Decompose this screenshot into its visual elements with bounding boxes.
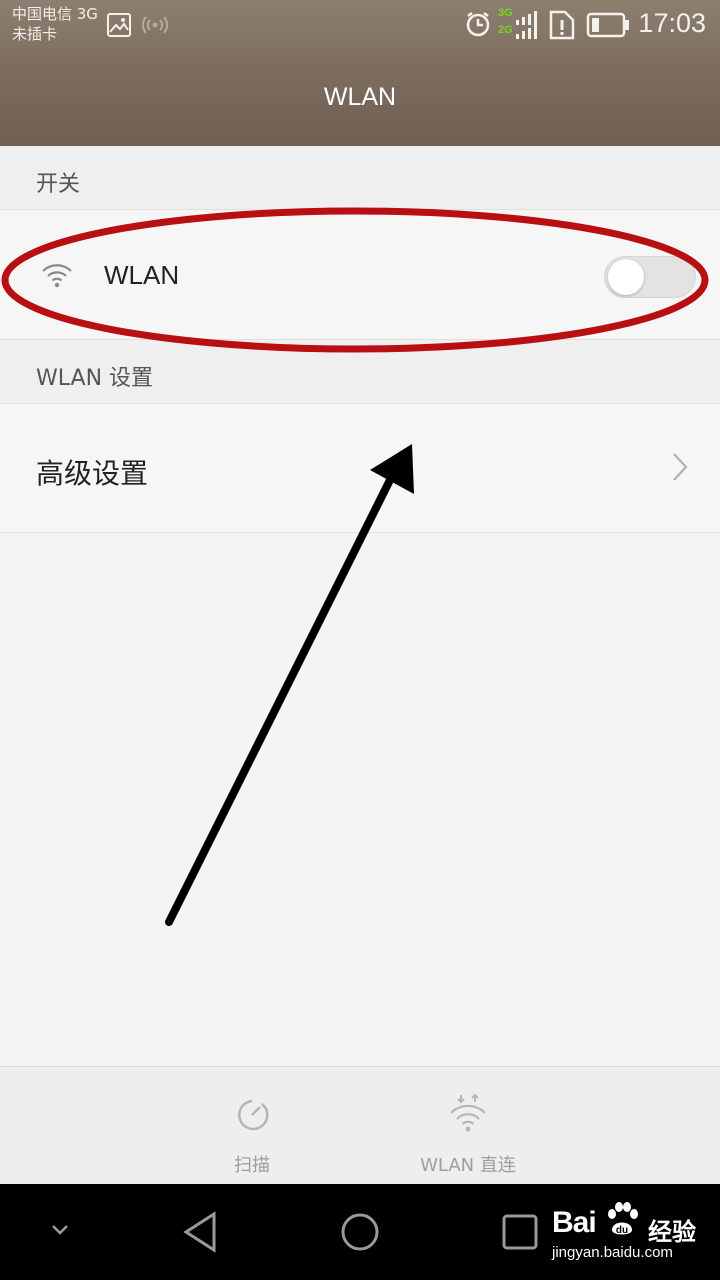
wifi-icon <box>40 262 74 292</box>
recents-button[interactable] <box>502 1214 538 1254</box>
status-bar: 中国电信 3G 未插卡 3G 2G 17:03 <box>0 0 720 52</box>
carrier-info: 中国电信 3G 未插卡 <box>12 4 98 44</box>
annotation-arrow-shaft <box>165 464 400 926</box>
paw-icon: du <box>604 1200 640 1244</box>
app-header: 中国电信 3G 未插卡 3G 2G 17:03 WLAN <box>0 0 720 146</box>
wifi-direct-icon <box>448 1093 488 1139</box>
scan-icon <box>232 1095 272 1139</box>
watermark-brand-cn: 经验 <box>648 1218 696 1246</box>
wlan-toggle-row[interactable]: WLAN <box>0 210 720 340</box>
section-wlan-settings-label: WLAN 设置 <box>36 366 154 391</box>
scan-label: 扫描 <box>234 1155 270 1176</box>
section-switch-label: 开关 <box>36 172 81 197</box>
network-2g-label: 2G <box>498 24 513 36</box>
sim-status: 未插卡 <box>12 25 58 43</box>
network-3g-label: 3G <box>498 7 513 19</box>
image-icon <box>106 12 132 42</box>
watermark-url: jingyan.baidu.com <box>552 1244 673 1261</box>
alarm-icon <box>464 10 492 42</box>
status-time: 17:03 <box>638 8 706 38</box>
hotspot-icon <box>142 12 168 42</box>
svg-text:du: du <box>616 1225 628 1236</box>
wlan-switch[interactable] <box>604 256 696 298</box>
section-header-switch: 开关 <box>0 146 720 210</box>
switch-knob <box>608 259 644 295</box>
sim-alert-icon <box>548 9 576 45</box>
wlan-direct-button[interactable]: WLAN 直连 <box>408 1067 528 1185</box>
advanced-settings-label: 高级设置 <box>36 457 149 490</box>
battery-icon <box>586 12 630 42</box>
section-header-wlan-settings: WLAN 设置 <box>0 340 720 404</box>
home-button[interactable] <box>340 1212 380 1256</box>
scan-button[interactable]: 扫描 <box>212 1067 292 1185</box>
wlan-label: WLAN <box>104 260 180 290</box>
watermark-brand: Bai <box>552 1206 597 1239</box>
wlan-direct-label: WLAN 直连 <box>420 1155 516 1176</box>
page-title: WLAN <box>323 83 397 111</box>
baidu-watermark: Bai du 经验 jingyan.baidu.com <box>552 1200 720 1270</box>
bottom-action-bar: 扫描 WLAN 直连 <box>0 1066 720 1185</box>
back-button[interactable] <box>180 1210 220 1258</box>
advanced-settings-row[interactable]: 高级设置 <box>0 404 720 533</box>
carrier-name: 中国电信 3G <box>12 5 98 23</box>
chevron-right-icon <box>668 450 690 488</box>
collapse-nav-button[interactable] <box>48 1222 72 1242</box>
signal-icon <box>514 10 540 44</box>
